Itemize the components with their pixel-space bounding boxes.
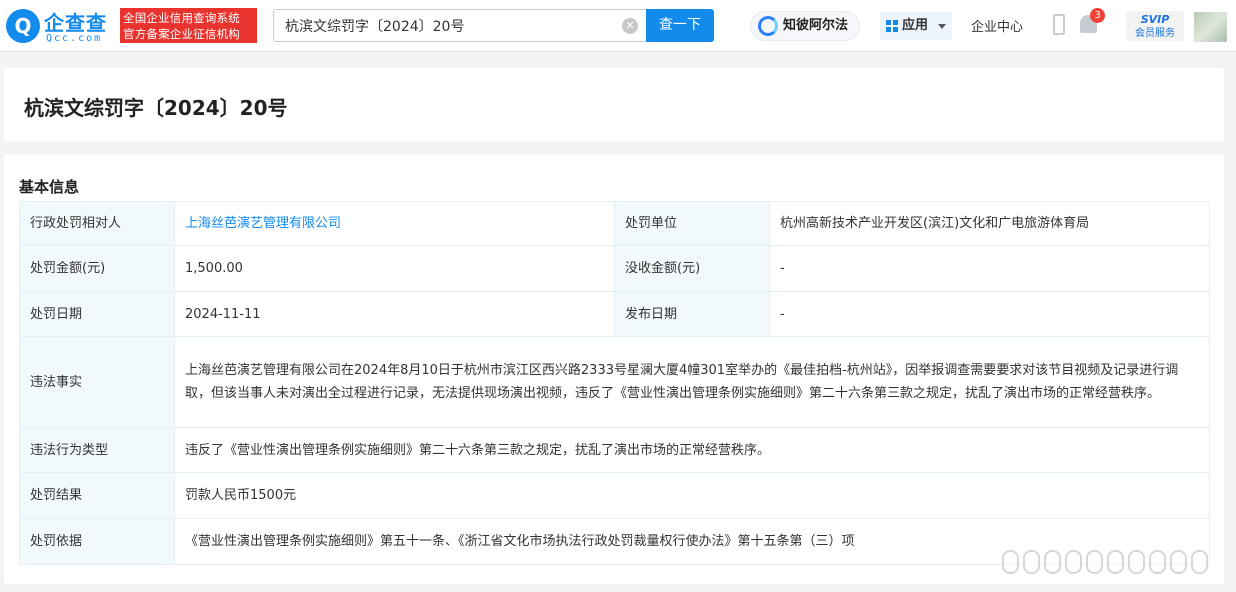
value-penalty-authority: 杭州高新技术产业开发区(滨江)文化和广电旅游体育局 xyxy=(769,201,1210,246)
basic-info-card: 基本信息 行政处罚相对人 上海丝芭演艺管理有限公司 处罚单位 杭州高新技术产业开… xyxy=(4,154,1224,584)
logo-text: 企查查 xyxy=(44,11,107,35)
value-publish-date: - xyxy=(769,291,1210,337)
table-row: 行政处罚相对人 上海丝芭演艺管理有限公司 处罚单位 杭州高新技术产业开发区(滨江… xyxy=(19,201,1210,246)
enterprise-center-link[interactable]: 企业中心 xyxy=(971,16,1023,35)
label-violation-facts: 违法事实 xyxy=(19,336,175,428)
qcc-logo[interactable]: Q 企查查 Qcc.com xyxy=(6,7,114,45)
search-button[interactable]: 查一下 xyxy=(646,9,714,42)
watermark-logo xyxy=(1002,548,1227,578)
value-penalty-amount: 1,500.00 xyxy=(174,245,615,292)
mobile-app-icon[interactable] xyxy=(1053,14,1065,35)
official-slogan-badge: 全国企业信用查询系统 官方备案企业征信机构 xyxy=(120,8,257,43)
table-row: 违法行为类型 违反了《营业性演出管理条例实施细则》第二十六条第三款之规定，扰乱了… xyxy=(19,427,1210,473)
value-penalty-result: 罚款人民币1500元 xyxy=(174,472,1210,519)
clear-icon[interactable]: ✕ xyxy=(622,18,638,34)
label-penalty-authority: 处罚单位 xyxy=(614,201,770,246)
label-penalty-result: 处罚结果 xyxy=(19,472,175,519)
section-title: 基本信息 xyxy=(19,178,80,196)
label-publish-date: 发布日期 xyxy=(614,291,770,337)
page-title: 杭滨文综罚字〔2024〕20号 xyxy=(24,96,288,120)
table-row: 处罚结果 罚款人民币1500元 xyxy=(19,472,1210,519)
table-row: 处罚金额(元) 1,500.00 没收金额(元) - xyxy=(19,245,1210,292)
label-penalized-party: 行政处罚相对人 xyxy=(19,201,175,246)
label-violation-type: 违法行为类型 xyxy=(19,427,175,473)
apps-menu-button[interactable]: 应用 xyxy=(880,12,952,40)
logo-domain: Qcc.com xyxy=(46,33,103,44)
zhibi-alpha-button[interactable]: 知彼阿尔法 xyxy=(750,11,860,41)
search-box: ✕ xyxy=(273,9,646,42)
value-violation-type: 违反了《营业性演出管理条例实施细则》第二十六条第三款之规定，扰乱了演出市场的正常… xyxy=(174,427,1210,473)
label-penalty-amount: 处罚金额(元) xyxy=(19,245,175,292)
qcc-logo-icon: Q xyxy=(6,9,40,43)
notification-count-badge: 3 xyxy=(1090,8,1105,23)
chevron-down-icon xyxy=(938,24,946,29)
title-card: 杭滨文综罚字〔2024〕20号 xyxy=(4,68,1224,141)
table-row: 处罚日期 2024-11-11 发布日期 - xyxy=(19,291,1210,337)
penalty-info-table: 行政处罚相对人 上海丝芭演艺管理有限公司 处罚单位 杭州高新技术产业开发区(滨江… xyxy=(19,201,1210,565)
value-confiscated-amount: - xyxy=(769,245,1210,292)
value-penalty-date: 2024-11-11 xyxy=(174,291,615,337)
label-penalty-date: 处罚日期 xyxy=(19,291,175,337)
user-avatar[interactable] xyxy=(1194,12,1227,42)
value-penalized-party: 上海丝芭演艺管理有限公司 xyxy=(174,201,615,246)
label-confiscated-amount: 没收金额(元) xyxy=(614,245,770,292)
top-navigation-bar: Q 企查查 Qcc.com 全国企业信用查询系统 官方备案企业征信机构 ✕ 查一… xyxy=(0,0,1236,52)
label-penalty-basis: 处罚依据 xyxy=(19,518,175,565)
value-violation-facts: 上海丝芭演艺管理有限公司在2024年8月10日于杭州市滨江区西兴路2333号星澜… xyxy=(174,336,1210,428)
search-input[interactable] xyxy=(274,10,604,41)
zhibi-logo-icon xyxy=(758,16,778,36)
table-row: 违法事实 上海丝芭演艺管理有限公司在2024年8月10日于杭州市滨江区西兴路23… xyxy=(19,336,1210,428)
svip-membership-button[interactable]: SVIP 会员服务 xyxy=(1126,11,1184,41)
company-link[interactable]: 上海丝芭演艺管理有限公司 xyxy=(185,216,341,231)
apps-grid-icon xyxy=(886,20,898,32)
